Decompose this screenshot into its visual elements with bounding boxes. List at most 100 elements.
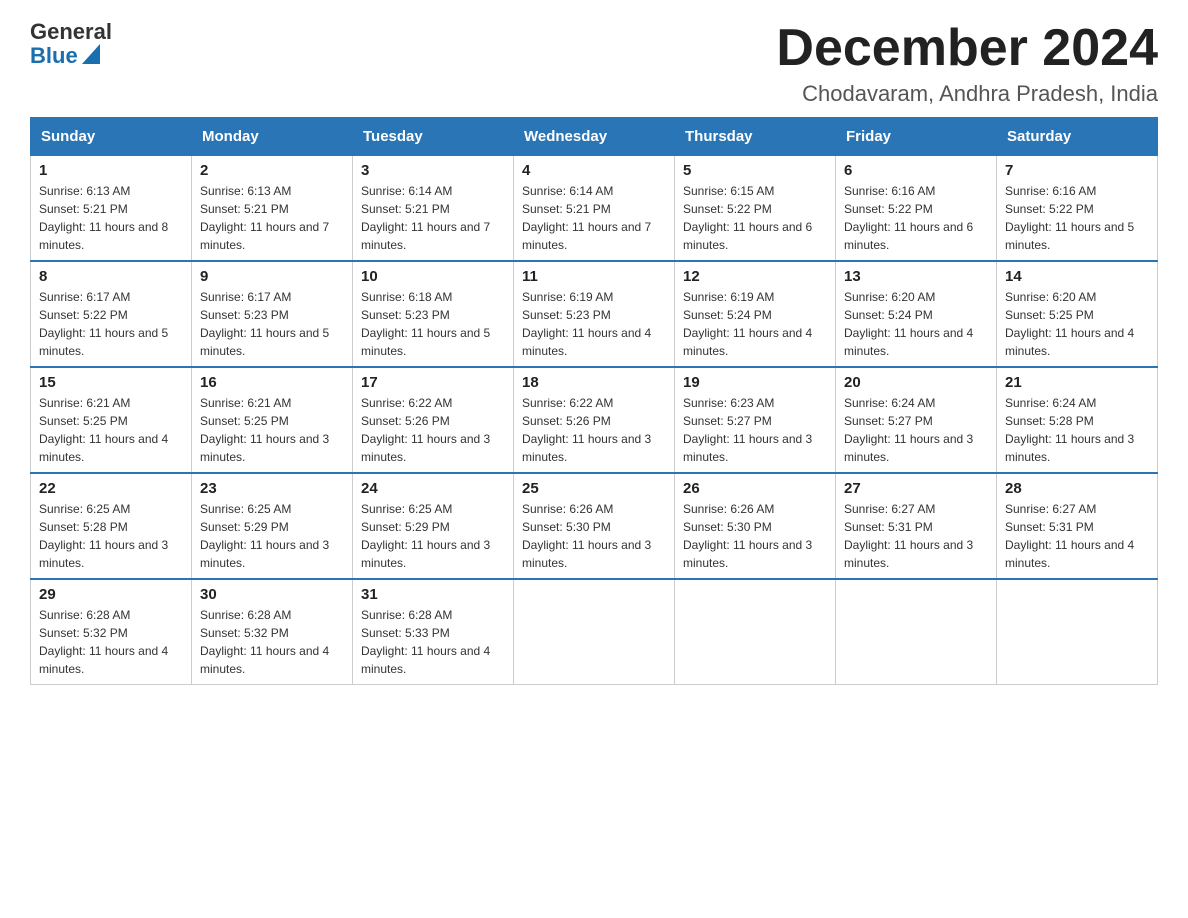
day-info: Sunrise: 6:22 AM Sunset: 5:26 PM Dayligh… <box>361 394 505 466</box>
calendar-cell: 31 Sunrise: 6:28 AM Sunset: 5:33 PM Dayl… <box>353 579 514 685</box>
day-number: 25 <box>522 480 666 497</box>
day-info: Sunrise: 6:25 AM Sunset: 5:28 PM Dayligh… <box>39 500 183 572</box>
day-info: Sunrise: 6:17 AM Sunset: 5:22 PM Dayligh… <box>39 288 183 360</box>
day-number: 8 <box>39 268 183 285</box>
day-number: 7 <box>1005 162 1149 179</box>
day-number: 6 <box>844 162 988 179</box>
column-header-friday: Friday <box>836 118 997 156</box>
day-info: Sunrise: 6:13 AM Sunset: 5:21 PM Dayligh… <box>200 182 344 254</box>
day-info: Sunrise: 6:19 AM Sunset: 5:24 PM Dayligh… <box>683 288 827 360</box>
day-number: 29 <box>39 586 183 603</box>
calendar-cell: 14 Sunrise: 6:20 AM Sunset: 5:25 PM Dayl… <box>997 261 1158 367</box>
day-number: 4 <box>522 162 666 179</box>
day-info: Sunrise: 6:21 AM Sunset: 5:25 PM Dayligh… <box>200 394 344 466</box>
title-block: December 2024 Chodavaram, Andhra Pradesh… <box>776 20 1158 107</box>
day-number: 1 <box>39 162 183 179</box>
calendar-cell: 25 Sunrise: 6:26 AM Sunset: 5:30 PM Dayl… <box>514 473 675 579</box>
logo: General Blue <box>30 20 112 69</box>
day-number: 15 <box>39 374 183 391</box>
column-header-tuesday: Tuesday <box>353 118 514 156</box>
calendar-week-row: 15 Sunrise: 6:21 AM Sunset: 5:25 PM Dayl… <box>31 367 1158 473</box>
column-header-saturday: Saturday <box>997 118 1158 156</box>
column-header-monday: Monday <box>192 118 353 156</box>
day-info: Sunrise: 6:22 AM Sunset: 5:26 PM Dayligh… <box>522 394 666 466</box>
calendar-cell: 1 Sunrise: 6:13 AM Sunset: 5:21 PM Dayli… <box>31 156 192 262</box>
day-info: Sunrise: 6:14 AM Sunset: 5:21 PM Dayligh… <box>361 182 505 254</box>
day-number: 26 <box>683 480 827 497</box>
calendar-cell: 16 Sunrise: 6:21 AM Sunset: 5:25 PM Dayl… <box>192 367 353 473</box>
day-number: 28 <box>1005 480 1149 497</box>
day-info: Sunrise: 6:15 AM Sunset: 5:22 PM Dayligh… <box>683 182 827 254</box>
day-number: 27 <box>844 480 988 497</box>
day-info: Sunrise: 6:13 AM Sunset: 5:21 PM Dayligh… <box>39 182 183 254</box>
calendar-cell: 21 Sunrise: 6:24 AM Sunset: 5:28 PM Dayl… <box>997 367 1158 473</box>
day-info: Sunrise: 6:16 AM Sunset: 5:22 PM Dayligh… <box>1005 182 1149 254</box>
calendar-cell: 23 Sunrise: 6:25 AM Sunset: 5:29 PM Dayl… <box>192 473 353 579</box>
calendar-week-row: 1 Sunrise: 6:13 AM Sunset: 5:21 PM Dayli… <box>31 156 1158 262</box>
calendar-cell: 3 Sunrise: 6:14 AM Sunset: 5:21 PM Dayli… <box>353 156 514 262</box>
day-number: 18 <box>522 374 666 391</box>
day-info: Sunrise: 6:16 AM Sunset: 5:22 PM Dayligh… <box>844 182 988 254</box>
calendar-cell: 29 Sunrise: 6:28 AM Sunset: 5:32 PM Dayl… <box>31 579 192 685</box>
calendar-cell: 17 Sunrise: 6:22 AM Sunset: 5:26 PM Dayl… <box>353 367 514 473</box>
day-info: Sunrise: 6:27 AM Sunset: 5:31 PM Dayligh… <box>844 500 988 572</box>
calendar-cell: 8 Sunrise: 6:17 AM Sunset: 5:22 PM Dayli… <box>31 261 192 367</box>
calendar-cell: 9 Sunrise: 6:17 AM Sunset: 5:23 PM Dayli… <box>192 261 353 367</box>
calendar-cell: 7 Sunrise: 6:16 AM Sunset: 5:22 PM Dayli… <box>997 156 1158 262</box>
day-number: 20 <box>844 374 988 391</box>
day-info: Sunrise: 6:25 AM Sunset: 5:29 PM Dayligh… <box>200 500 344 572</box>
calendar-cell: 13 Sunrise: 6:20 AM Sunset: 5:24 PM Dayl… <box>836 261 997 367</box>
column-header-sunday: Sunday <box>31 118 192 156</box>
page-header: General Blue December 2024 Chodavaram, A… <box>30 20 1158 107</box>
calendar-cell: 19 Sunrise: 6:23 AM Sunset: 5:27 PM Dayl… <box>675 367 836 473</box>
day-number: 11 <box>522 268 666 285</box>
day-info: Sunrise: 6:20 AM Sunset: 5:25 PM Dayligh… <box>1005 288 1149 360</box>
calendar-cell: 20 Sunrise: 6:24 AM Sunset: 5:27 PM Dayl… <box>836 367 997 473</box>
calendar-cell: 27 Sunrise: 6:27 AM Sunset: 5:31 PM Dayl… <box>836 473 997 579</box>
calendar-cell: 30 Sunrise: 6:28 AM Sunset: 5:32 PM Dayl… <box>192 579 353 685</box>
day-number: 14 <box>1005 268 1149 285</box>
calendar-week-row: 29 Sunrise: 6:28 AM Sunset: 5:32 PM Dayl… <box>31 579 1158 685</box>
calendar-cell <box>675 579 836 685</box>
calendar-cell: 24 Sunrise: 6:25 AM Sunset: 5:29 PM Dayl… <box>353 473 514 579</box>
day-info: Sunrise: 6:17 AM Sunset: 5:23 PM Dayligh… <box>200 288 344 360</box>
column-header-wednesday: Wednesday <box>514 118 675 156</box>
day-number: 22 <box>39 480 183 497</box>
day-number: 10 <box>361 268 505 285</box>
calendar-cell: 11 Sunrise: 6:19 AM Sunset: 5:23 PM Dayl… <box>514 261 675 367</box>
calendar-cell <box>836 579 997 685</box>
calendar-subtitle: Chodavaram, Andhra Pradesh, India <box>776 81 1158 107</box>
column-header-thursday: Thursday <box>675 118 836 156</box>
day-info: Sunrise: 6:20 AM Sunset: 5:24 PM Dayligh… <box>844 288 988 360</box>
logo-general-text: General <box>30 20 112 44</box>
calendar-cell: 15 Sunrise: 6:21 AM Sunset: 5:25 PM Dayl… <box>31 367 192 473</box>
day-number: 16 <box>200 374 344 391</box>
calendar-cell: 10 Sunrise: 6:18 AM Sunset: 5:23 PM Dayl… <box>353 261 514 367</box>
day-number: 12 <box>683 268 827 285</box>
calendar-table: SundayMondayTuesdayWednesdayThursdayFrid… <box>30 117 1158 685</box>
day-info: Sunrise: 6:19 AM Sunset: 5:23 PM Dayligh… <box>522 288 666 360</box>
calendar-cell: 6 Sunrise: 6:16 AM Sunset: 5:22 PM Dayli… <box>836 156 997 262</box>
day-info: Sunrise: 6:23 AM Sunset: 5:27 PM Dayligh… <box>683 394 827 466</box>
calendar-cell: 4 Sunrise: 6:14 AM Sunset: 5:21 PM Dayli… <box>514 156 675 262</box>
calendar-cell <box>997 579 1158 685</box>
day-info: Sunrise: 6:14 AM Sunset: 5:21 PM Dayligh… <box>522 182 666 254</box>
calendar-cell: 22 Sunrise: 6:25 AM Sunset: 5:28 PM Dayl… <box>31 473 192 579</box>
day-number: 9 <box>200 268 344 285</box>
day-info: Sunrise: 6:28 AM Sunset: 5:32 PM Dayligh… <box>200 606 344 678</box>
calendar-cell <box>514 579 675 685</box>
calendar-cell: 2 Sunrise: 6:13 AM Sunset: 5:21 PM Dayli… <box>192 156 353 262</box>
day-info: Sunrise: 6:18 AM Sunset: 5:23 PM Dayligh… <box>361 288 505 360</box>
day-info: Sunrise: 6:24 AM Sunset: 5:27 PM Dayligh… <box>844 394 988 466</box>
logo-blue-text: Blue <box>30 44 78 68</box>
day-info: Sunrise: 6:26 AM Sunset: 5:30 PM Dayligh… <box>683 500 827 572</box>
day-number: 13 <box>844 268 988 285</box>
day-info: Sunrise: 6:21 AM Sunset: 5:25 PM Dayligh… <box>39 394 183 466</box>
calendar-header-row: SundayMondayTuesdayWednesdayThursdayFrid… <box>31 118 1158 156</box>
day-number: 24 <box>361 480 505 497</box>
day-info: Sunrise: 6:24 AM Sunset: 5:28 PM Dayligh… <box>1005 394 1149 466</box>
calendar-cell: 5 Sunrise: 6:15 AM Sunset: 5:22 PM Dayli… <box>675 156 836 262</box>
calendar-cell: 26 Sunrise: 6:26 AM Sunset: 5:30 PM Dayl… <box>675 473 836 579</box>
calendar-week-row: 8 Sunrise: 6:17 AM Sunset: 5:22 PM Dayli… <box>31 261 1158 367</box>
day-number: 30 <box>200 586 344 603</box>
